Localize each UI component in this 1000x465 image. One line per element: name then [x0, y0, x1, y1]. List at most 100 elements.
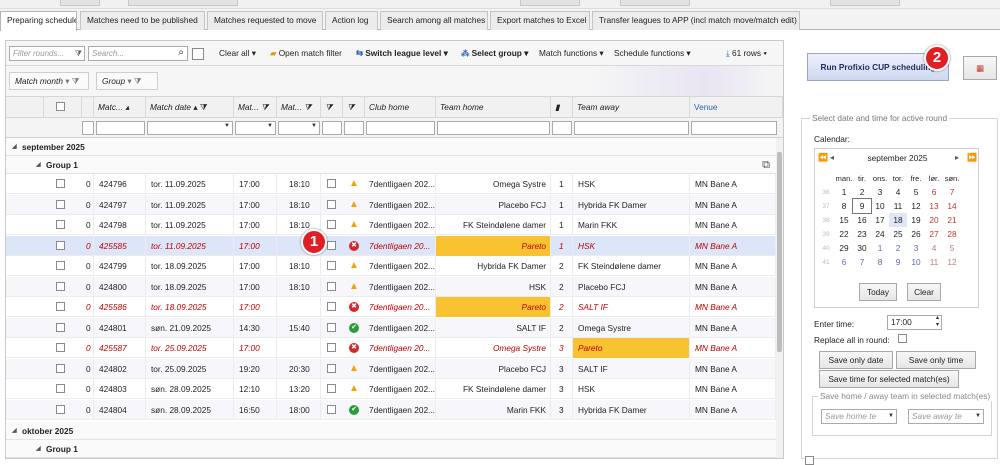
table-row[interactable]: 0 424796 tor. 11.09.2025 17:00 18:10 7dentlig… — [6, 174, 776, 194]
row-checkbox[interactable] — [56, 281, 65, 291]
row-checkbox[interactable] — [56, 199, 65, 209]
filter-round[interactable] — [552, 121, 572, 135]
group-chip-match-month[interactable]: Match month ▾ ⧩ — [9, 72, 89, 90]
calendar-day[interactable]: 16 — [853, 213, 871, 227]
flag-checkbox[interactable] — [327, 199, 336, 209]
filter-venue[interactable] — [691, 121, 777, 135]
header-match-id[interactable]: Matc... ▴ — [94, 97, 146, 118]
save-time-selected-button[interactable]: Save time for selected match(es) — [819, 370, 959, 388]
calendar-day[interactable]: 25 — [889, 227, 907, 241]
calendar-day[interactable]: 6 — [925, 185, 943, 199]
tab-matches-requested-move[interactable]: Matches requested to move — [207, 11, 323, 30]
table-row[interactable]: 0 424800 tor. 18.09.2025 17:00 18:10 7dentlig… — [6, 276, 776, 297]
flag-checkbox[interactable] — [327, 220, 336, 229]
row-checkbox[interactable] — [56, 261, 65, 270]
calendar-day[interactable]: 10 — [871, 199, 889, 213]
calendar-day[interactable]: 12 — [907, 199, 925, 213]
rows-count-button[interactable]: ⤓ 61 rows ▾ — [726, 46, 767, 61]
header-match-date[interactable]: Match date ▴ ⧩ — [146, 97, 234, 118]
table-row[interactable]: 0 424804 søn. 28.09.2025 16:50 18:00 7dentlig… — [6, 399, 776, 420]
flag-checkbox[interactable] — [327, 240, 336, 250]
calendar-day[interactable]: 5 — [943, 241, 961, 255]
calendar-day[interactable]: 1 — [835, 185, 853, 199]
calendar-day[interactable]: 7 — [853, 255, 871, 269]
filter-start-time[interactable] — [235, 121, 276, 135]
calendar-day[interactable]: 23 — [853, 227, 871, 241]
table-row[interactable]: 0 424803 søn. 28.09.2025 12:10 13:20 7dentlig… — [6, 379, 776, 399]
table-row[interactable]: 0 425586 tor. 18.09.2025 17:00 7dentligaen 2… — [6, 297, 776, 317]
calendar-day[interactable]: 28 — [943, 227, 961, 241]
tab-preparing-schedule[interactable]: Preparing schedule — [0, 11, 77, 31]
flag-checkbox[interactable] — [327, 261, 336, 270]
calendar-day[interactable]: 15 — [835, 213, 853, 227]
row-checkbox[interactable] — [56, 384, 65, 393]
calendar-day[interactable]: 13 — [925, 199, 943, 213]
collapse-icon[interactable]: ◢ — [12, 422, 17, 440]
table-row[interactable]: 0 424801 søn. 21.09.2025 14:30 15:40 7dentlig… — [6, 317, 776, 338]
calendar-day[interactable]: 1 — [871, 241, 889, 255]
filter-team-home[interactable] — [437, 121, 550, 135]
row-checkbox[interactable] — [56, 302, 65, 311]
clear-date-button[interactable]: Clear — [907, 283, 941, 301]
filter-end-time[interactable] — [278, 121, 320, 135]
save-home-team-select[interactable]: Save home te ▼ — [821, 409, 897, 424]
group-header-group[interactable]: ◢ Group 1 — [6, 440, 776, 458]
header-status[interactable]: ⧩ — [343, 97, 365, 118]
tab-action-log[interactable]: Action log — [325, 11, 378, 30]
calendar-day[interactable]: 4 — [889, 185, 907, 199]
filter-rounds-input[interactable]: Filter rounds... ⧩ — [9, 46, 85, 61]
scrollbar-thumb[interactable] — [777, 152, 782, 352]
header-club-home[interactable]: Club home — [365, 97, 436, 118]
save-only-date-button[interactable]: Save only date — [819, 351, 893, 369]
filter-team-away[interactable] — [574, 121, 689, 135]
calendar-day[interactable]: 5 — [907, 185, 925, 199]
calendar-day[interactable]: 7 — [943, 185, 961, 199]
group-chip-group[interactable]: Group ▾ ⧩ — [96, 72, 158, 90]
calendar-day[interactable]: 8 — [835, 199, 853, 213]
header-flag[interactable]: ⧩ — [321, 97, 343, 118]
calendar-day[interactable]: 2 — [889, 241, 907, 255]
next-year-icon[interactable]: ⏩ — [967, 153, 977, 162]
table-row[interactable]: 0 424799 tor. 18.09.2025 17:00 18:10 7dentlig… — [6, 256, 776, 276]
calendar-day[interactable]: 12 — [943, 255, 961, 269]
row-checkbox[interactable] — [56, 179, 65, 188]
tab-matches-need-publish[interactable]: Matches need to be published — [80, 11, 205, 30]
search-input[interactable]: Search... ⌕ — [88, 46, 188, 61]
row-checkbox[interactable] — [56, 363, 65, 373]
calendar-day[interactable]: 22 — [835, 227, 853, 241]
calendar-day[interactable]: 3 — [871, 185, 889, 199]
collapse-icon[interactable]: ◢ — [36, 440, 41, 458]
calendar-day[interactable]: 11 — [889, 199, 907, 213]
calendar-day[interactable]: 6 — [835, 255, 853, 269]
row-checkbox[interactable] — [56, 343, 65, 352]
calendar-grid-button[interactable]: ▦ — [963, 56, 997, 80]
calendar-day[interactable]: 30 — [853, 241, 871, 255]
filter-match-date[interactable] — [147, 121, 233, 135]
save-away-team-select[interactable]: Save away te ▼ — [908, 409, 984, 424]
table-row[interactable]: 0 424797 tor. 11.09.2025 17:00 18:10 7dentlig… — [6, 194, 776, 215]
table-row[interactable]: 0 425587 tor. 25.09.2025 17:00 7dentligaen 2… — [6, 338, 776, 358]
calendar-day[interactable]: 9 — [852, 198, 872, 214]
calendar-day[interactable]: 10 — [907, 255, 925, 269]
collapse-icon[interactable]: ◢ — [12, 138, 17, 156]
header-select[interactable] — [44, 97, 82, 118]
filter-cell[interactable] — [82, 121, 94, 135]
flag-checkbox[interactable] — [327, 179, 336, 188]
open-match-filter-button[interactable]: ▰ Open match filter — [270, 46, 342, 61]
flag-checkbox[interactable] — [327, 384, 336, 393]
calendar-day[interactable]: 2 — [853, 185, 871, 199]
today-button[interactable]: Today — [859, 283, 897, 301]
header-team-home[interactable]: Team home — [436, 97, 551, 118]
group-header-month[interactable]: ◢ september 2025 — [6, 138, 776, 156]
calendar-day[interactable]: 18 — [889, 213, 907, 227]
table-row[interactable]: 0 425585 tor. 11.09.2025 17:00 7dentligaen 2… — [6, 235, 776, 256]
calendar-day[interactable]: 3 — [907, 241, 925, 255]
calendar-day[interactable]: 29 — [835, 241, 853, 255]
header-venue[interactable]: Venue — [690, 97, 783, 118]
flag-checkbox[interactable] — [327, 343, 336, 352]
flag-checkbox[interactable] — [327, 302, 336, 311]
flag-checkbox[interactable] — [327, 281, 336, 291]
save-only-time-button[interactable]: Save only time — [896, 351, 976, 369]
table-row[interactable]: 0 424802 tor. 25.09.2025 19:20 20:30 7dentlig… — [6, 358, 776, 379]
flag-checkbox[interactable] — [327, 322, 336, 332]
